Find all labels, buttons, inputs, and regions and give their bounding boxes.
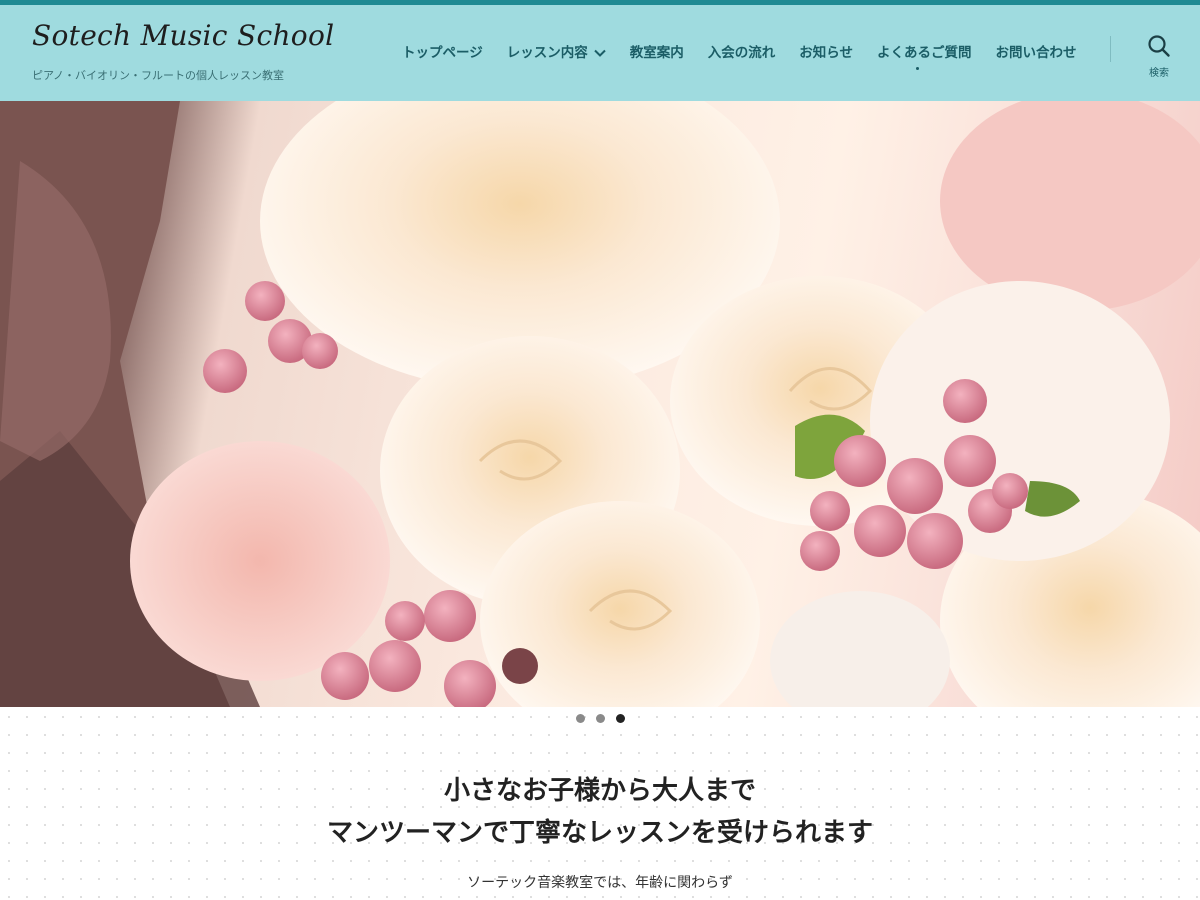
headline-line-1: 小さなお子様から大人まで [443, 776, 756, 806]
search-button[interactable]: 検索 [1136, 34, 1182, 79]
site-header: Sotech Music School ピアノ・バイオリン・フルートの個人レッス… [0, 5, 1200, 101]
search-icon [1147, 35, 1171, 62]
nav-item-enrollment[interactable]: 入会の流れ [708, 41, 776, 61]
nav-item-top[interactable]: トップページ [402, 41, 483, 61]
site-tagline: ピアノ・バイオリン・フルートの個人レッスン教室 [32, 69, 285, 82]
main-headline: 小さなお子様から大人まで マンツーマンで丁寧なレッスンを受けられます [0, 770, 1200, 854]
nav-item-label: 入会の流れ [707, 45, 776, 61]
search-label: 検索 [1149, 68, 1169, 79]
nav-divider [1110, 36, 1111, 62]
headline-line-2: マンツーマンで丁寧なレッスンを受けられます [326, 818, 873, 848]
nav-item-news[interactable]: お知らせ [799, 41, 853, 61]
slider-dot-2[interactable] [595, 714, 605, 723]
rose-bouquet-illustration [0, 101, 1200, 707]
nav-item-label: お知らせ [799, 45, 853, 61]
nav-item-label: よくあるご質問 [876, 45, 972, 61]
hero-slider-image[interactable] [0, 101, 1200, 707]
nav-item-label: お問い合わせ [995, 45, 1077, 61]
intro-text: ソーテック音楽教室では、年齢に関わらず [467, 875, 733, 891]
nav-item-contact[interactable]: お問い合わせ [995, 41, 1076, 61]
submenu-indicator-dot [916, 67, 919, 70]
site-logo[interactable]: Sotech Music School [32, 19, 334, 52]
nav-item-label: レッスン内容 [506, 45, 588, 61]
nav-item-lessons[interactable]: レッスン内容 [507, 41, 606, 61]
slider-pagination [0, 714, 1200, 723]
nav-item-label: トップページ [402, 45, 483, 61]
nav-item-faq[interactable]: よくあるご質問 [877, 41, 972, 61]
main-nav: トップページ レッスン内容 教室案内 入会の流れ お知らせ よくあるご質問 お問… [390, 41, 1088, 65]
slider-dot-3-active[interactable] [615, 714, 625, 723]
slider-dot-1[interactable] [575, 714, 585, 723]
nav-item-school-info[interactable]: 教室案内 [630, 41, 684, 61]
chevron-down-icon [594, 45, 606, 61]
nav-item-label: 教室案内 [629, 45, 684, 61]
